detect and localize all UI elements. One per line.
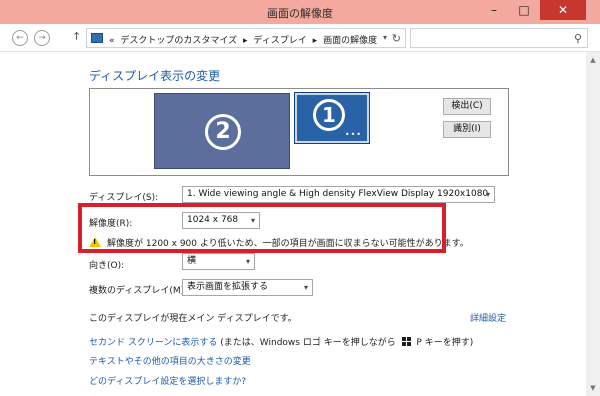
maximize-button[interactable]: □	[510, 0, 538, 20]
refresh-icon[interactable]: ↻	[392, 32, 401, 45]
navigation-bar: ← → ↑ « デスクトップのカスタマイズ ▸ ディスプレイ ▸ 画面の解像度 …	[0, 24, 600, 52]
text-size-link[interactable]: テキストやその他の項目の大きさの変更	[89, 354, 251, 367]
main-display-text: このディスプレイが現在メイン ディスプレイです。	[89, 314, 297, 324]
monitor-1-number: 1	[313, 99, 345, 131]
multiple-displays-select[interactable]: 表示画面を拡張する ▾	[182, 279, 313, 296]
up-button[interactable]: ↑	[72, 30, 81, 43]
highlight-box	[78, 203, 446, 253]
scroll-up-icon[interactable]: ▲	[586, 56, 600, 64]
detect-button[interactable]: 検出(C)	[443, 98, 491, 115]
scroll-down-icon[interactable]: ▼	[586, 384, 600, 392]
second-screen-link[interactable]: セカンド スクリーンに表示する	[89, 338, 217, 348]
multiple-displays-label: 複数のディスプレイ(M):	[89, 286, 188, 296]
back-button[interactable]: ←	[12, 30, 28, 46]
windows-logo-icon	[401, 337, 411, 346]
breadcrumb-item-resolution[interactable]: 画面の解像度	[323, 36, 377, 46]
multiple-displays-select-value: 表示画面を拡張する	[187, 282, 269, 292]
which-settings-link[interactable]: どのディスプレイ設定を選択しますか?	[89, 374, 246, 387]
display-label: ディスプレイ(S):	[89, 193, 159, 203]
forward-button[interactable]: →	[34, 30, 50, 46]
search-input[interactable]: ⚲	[410, 28, 588, 48]
advanced-settings-link[interactable]: 詳細設定	[470, 311, 506, 324]
orientation-select-value: 横	[187, 256, 197, 266]
overflow-icon[interactable]: «	[109, 36, 115, 46]
chevron-down-icon: ▾	[303, 283, 308, 292]
chevron-down-icon: ▾	[485, 190, 490, 199]
monitor-icon	[91, 33, 103, 43]
second-screen-hint: (または、Windows ロゴ キーを押しながら	[217, 338, 399, 348]
second-screen-hint-end: P キーを押す)	[413, 338, 474, 348]
minimize-button[interactable]: –	[480, 0, 508, 20]
orientation-select[interactable]: 横 ▾	[182, 253, 255, 270]
monitor-2-number: 2	[205, 114, 241, 150]
monitor-1-dots: •••	[344, 130, 362, 139]
monitor-2[interactable]: 2	[154, 93, 290, 169]
title-bar: 画面の解像度 – □ ✕	[0, 0, 600, 24]
chevron-down-icon[interactable]: ▾	[383, 33, 387, 42]
breadcrumb-item-customize[interactable]: デスクトップのカスタマイズ	[120, 36, 237, 46]
display-preview: 2 1 ••• 検出(C) 識別(I)	[89, 88, 509, 176]
chevron-down-icon: ▾	[245, 257, 250, 266]
close-button[interactable]: ✕	[540, 0, 586, 20]
identify-button[interactable]: 識別(I)	[443, 121, 491, 138]
search-icon[interactable]: ⚲	[574, 32, 582, 45]
orientation-label: 向き(O):	[89, 261, 125, 271]
monitor-1[interactable]: 1 •••	[294, 92, 370, 144]
display-select-value: 1. Wide viewing angle & High density Fle…	[187, 189, 489, 199]
breadcrumb: « デスクトップのカスタマイズ ▸ ディスプレイ ▸ 画面の解像度	[109, 33, 380, 46]
address-bar[interactable]: « デスクトップのカスタマイズ ▸ ディスプレイ ▸ 画面の解像度 ▾ ↻	[86, 28, 406, 48]
scrollbar[interactable]: ▲ ▼	[586, 52, 600, 396]
page-title: ディスプレイ表示の変更	[89, 69, 221, 83]
second-screen-row: セカンド スクリーンに表示する (または、Windows ロゴ キーを押しながら…	[89, 335, 473, 348]
breadcrumb-item-display[interactable]: ディスプレイ	[253, 36, 306, 46]
chevron-right-icon: ▸	[312, 36, 318, 46]
display-select[interactable]: 1. Wide viewing angle & High density Fle…	[182, 186, 495, 203]
chevron-right-icon: ▸	[243, 36, 248, 46]
